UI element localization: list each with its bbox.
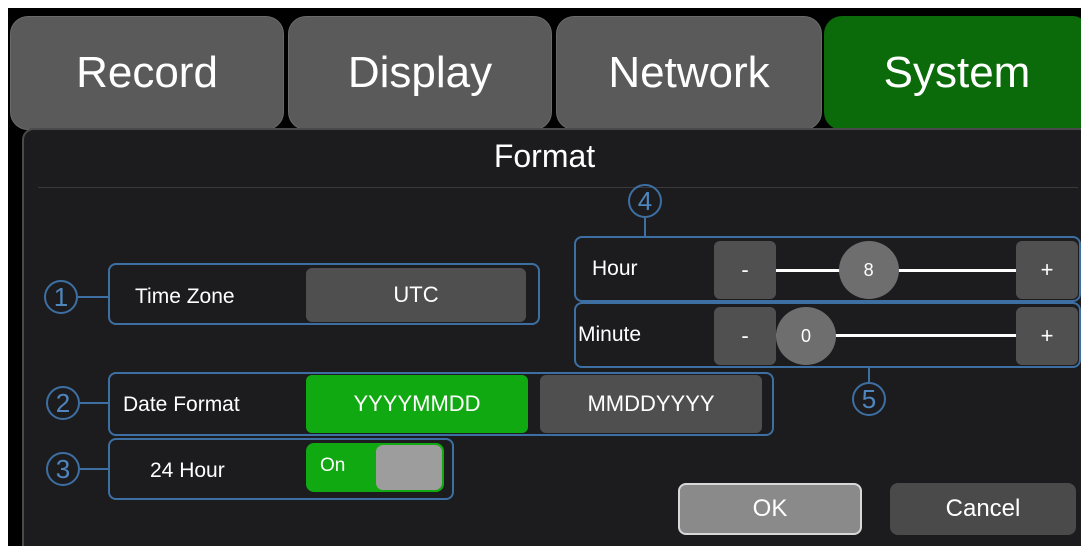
callout-5-badge: 5 xyxy=(852,382,886,416)
cancel-button[interactable]: Cancel xyxy=(890,483,1076,535)
date-format-option-mmddyyyy-label: MMDDYYYY xyxy=(587,391,715,416)
hour-decrement-label: - xyxy=(741,257,749,282)
minute-decrement-label: - xyxy=(741,323,749,348)
callout-3-number: 3 xyxy=(55,453,71,484)
24-hour-toggle[interactable]: On xyxy=(306,443,444,492)
time-zone-label: Time Zone xyxy=(135,285,235,308)
callout-4-badge: 4 xyxy=(628,184,662,218)
panel-title: Format xyxy=(493,138,596,174)
24-hour-label: 24 Hour xyxy=(150,459,225,482)
tab-network-label: Network xyxy=(608,48,770,97)
callout-2-connector xyxy=(80,402,108,404)
callout-1-connector xyxy=(78,296,108,298)
callout-4-connector xyxy=(644,218,646,236)
tab-system-label: System xyxy=(883,48,1031,97)
minute-increment-label: + xyxy=(1040,323,1054,348)
tab-record-label: Record xyxy=(76,48,218,97)
minute-increment-button[interactable]: + xyxy=(1016,307,1078,365)
callout-2-badge: 2 xyxy=(46,386,80,420)
hour-increment-label: + xyxy=(1040,257,1054,282)
callout-1-number: 1 xyxy=(53,281,69,312)
time-zone-select[interactable]: UTC xyxy=(306,268,526,322)
callout-3-connector xyxy=(80,468,108,470)
24-hour-toggle-state: On xyxy=(320,455,346,476)
tab-display[interactable]: Display xyxy=(288,16,552,130)
hour-slider-knob[interactable]: 8 xyxy=(838,241,899,299)
minute-decrement-button[interactable]: - xyxy=(714,307,776,365)
tab-record[interactable]: Record xyxy=(10,16,284,130)
24-hour-toggle-knob[interactable] xyxy=(376,445,442,490)
tab-system[interactable]: System xyxy=(824,16,1081,130)
cancel-button-label: Cancel xyxy=(945,495,1021,522)
tab-network[interactable]: Network xyxy=(556,16,822,130)
minute-label: Minute xyxy=(578,323,642,346)
tab-display-label: Display xyxy=(347,48,493,97)
date-format-option-yyyymmdd[interactable]: YYYYMMDD xyxy=(306,375,528,433)
callout-1-badge: 1 xyxy=(44,280,78,314)
callout-5-number: 5 xyxy=(861,383,877,414)
title-divider xyxy=(38,187,1078,188)
hour-value: 8 xyxy=(863,259,874,280)
ok-button-label: OK xyxy=(752,495,788,522)
hour-decrement-button[interactable]: - xyxy=(714,241,776,299)
minute-slider-knob[interactable]: 0 xyxy=(776,307,836,365)
hour-increment-button[interactable]: + xyxy=(1016,241,1078,299)
callout-5-connector xyxy=(868,368,870,382)
callout-4-number: 4 xyxy=(637,185,653,216)
time-zone-value: UTC xyxy=(393,282,439,307)
hour-label: Hour xyxy=(592,257,638,280)
callout-3-badge: 3 xyxy=(46,452,80,486)
screen: Record Display Network System Format 1 T… xyxy=(8,8,1081,546)
date-format-option-mmddyyyy[interactable]: MMDDYYYY xyxy=(540,375,762,433)
minute-value: 0 xyxy=(800,325,811,346)
date-format-option-yyyymmdd-label: YYYYMMDD xyxy=(353,391,481,416)
ok-button[interactable]: OK xyxy=(678,483,862,535)
callout-2-number: 2 xyxy=(55,387,71,418)
date-format-label: Date Format xyxy=(123,393,240,416)
